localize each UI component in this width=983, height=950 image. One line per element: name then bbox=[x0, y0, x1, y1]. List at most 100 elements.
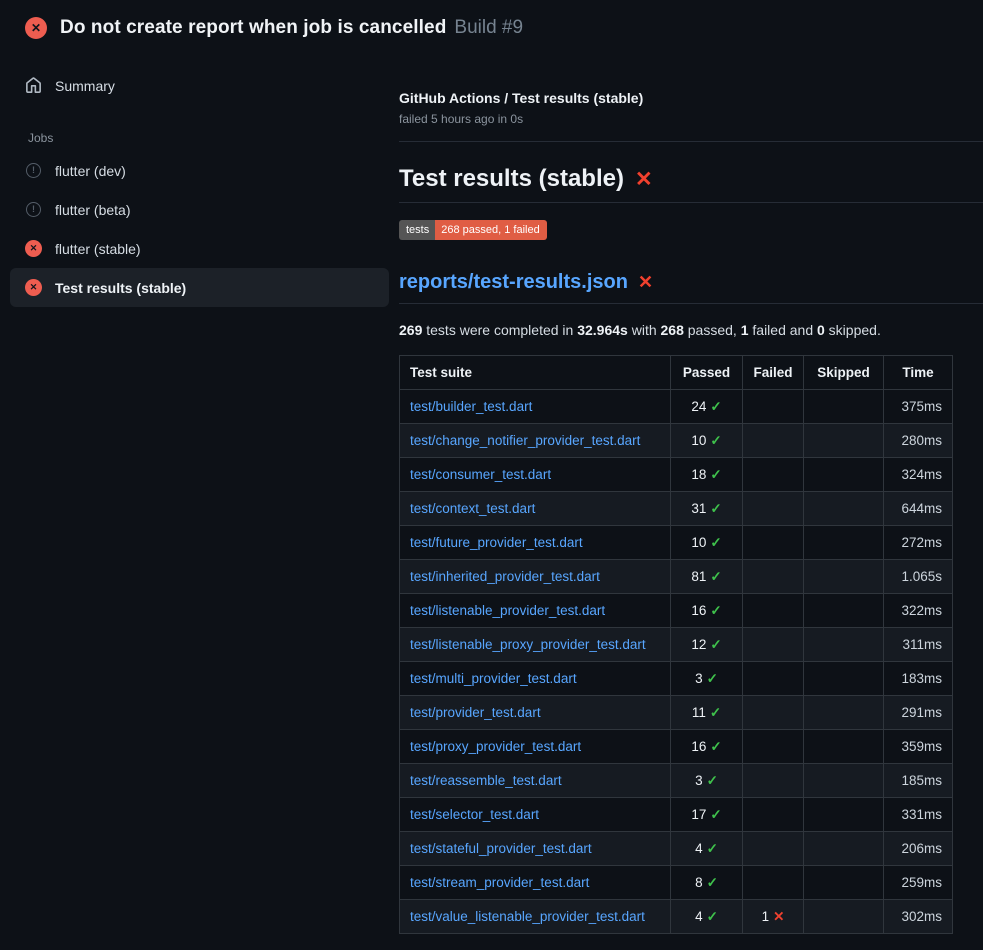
test-suite-cell: test/value_listenable_provider_test.dart bbox=[400, 900, 671, 934]
failed-cell-value: 1 bbox=[762, 909, 770, 924]
table-row: test/stream_provider_test.dart8✓259ms bbox=[400, 866, 953, 900]
failed-cell bbox=[743, 764, 804, 798]
test-suite-link[interactable]: test/builder_test.dart bbox=[410, 399, 532, 414]
summary-line: 269 tests were completed in 32.964s with… bbox=[399, 322, 983, 338]
table-row: test/future_provider_test.dart10✓272ms bbox=[400, 526, 953, 560]
test-suite-link[interactable]: test/listenable_provider_test.dart bbox=[410, 603, 605, 618]
test-suite-link[interactable]: test/reassemble_test.dart bbox=[410, 773, 562, 788]
test-suite-link[interactable]: test/value_listenable_provider_test.dart bbox=[410, 909, 645, 924]
time-cell: 302ms bbox=[884, 900, 953, 934]
test-suite-cell: test/builder_test.dart bbox=[400, 390, 671, 424]
sidebar-job-label: flutter (stable) bbox=[55, 241, 141, 257]
passed-cell: 11✓ bbox=[671, 696, 743, 730]
table-header-row: Test suite Passed Failed Skipped Time bbox=[400, 356, 953, 390]
table-row: test/multi_provider_test.dart3✓183ms bbox=[400, 662, 953, 696]
passed-cell-value: 10 bbox=[691, 433, 706, 448]
check-icon: ✓ bbox=[710, 603, 721, 618]
test-suite-cell: test/reassemble_test.dart bbox=[400, 764, 671, 798]
time-cell: 272ms bbox=[884, 526, 953, 560]
test-suite-link[interactable]: test/consumer_test.dart bbox=[410, 467, 551, 482]
test-suite-link[interactable]: test/context_test.dart bbox=[410, 501, 535, 516]
test-suite-link[interactable]: test/proxy_provider_test.dart bbox=[410, 739, 581, 754]
sidebar-item-summary[interactable]: Summary bbox=[10, 66, 389, 105]
passed-cell: 16 ✓ bbox=[671, 594, 743, 628]
passed-cell: 31✓ bbox=[671, 492, 743, 526]
sidebar-job-label: Test results (stable) bbox=[55, 280, 186, 296]
passed-cell: 81✓ bbox=[671, 560, 743, 594]
table-row: test/builder_test.dart24✓375ms bbox=[400, 390, 953, 424]
test-suite-link[interactable]: test/provider_test.dart bbox=[410, 705, 541, 720]
test-suite-link[interactable]: test/listenable_proxy_provider_test.dart bbox=[410, 637, 646, 652]
passed-cell-value: 11 bbox=[692, 705, 706, 720]
passed-cell: 4✓ bbox=[671, 900, 743, 934]
test-suite-link[interactable]: test/future_provider_test.dart bbox=[410, 535, 583, 550]
passed-cell-value: 8 bbox=[695, 875, 703, 890]
sidebar-job-item[interactable]: !flutter (beta) bbox=[10, 190, 389, 229]
skipped-cell bbox=[804, 594, 884, 628]
skipped-cell bbox=[804, 798, 884, 832]
skipped-cell bbox=[804, 696, 884, 730]
main-content: GitHub Actions / Test results (stable) f… bbox=[399, 52, 983, 934]
passed-cell-value: 10 bbox=[691, 535, 706, 550]
check-icon: ✓ bbox=[710, 569, 721, 584]
passed-cell: 3✓ bbox=[671, 764, 743, 798]
test-suite-link[interactable]: test/multi_provider_test.dart bbox=[410, 671, 577, 686]
test-suite-link[interactable]: test/change_notifier_provider_test.dart bbox=[410, 433, 640, 448]
skipped-cell bbox=[804, 662, 884, 696]
failed-cell bbox=[743, 560, 804, 594]
column-header-failed: Failed bbox=[743, 356, 804, 390]
time-cell: 375ms bbox=[884, 390, 953, 424]
skipped-cell bbox=[804, 458, 884, 492]
summary-total: 269 bbox=[399, 322, 422, 338]
home-icon bbox=[25, 77, 42, 94]
test-suite-cell: test/change_notifier_provider_test.dart bbox=[400, 424, 671, 458]
build-title: Do not create report when job is cancell… bbox=[60, 17, 446, 38]
table-row: test/change_notifier_provider_test.dart 1… bbox=[400, 424, 953, 458]
column-header-time: Time bbox=[884, 356, 953, 390]
time-cell: 185ms bbox=[884, 764, 953, 798]
summary-text: skipped. bbox=[825, 322, 881, 338]
check-icon: ✓ bbox=[710, 467, 721, 482]
check-icon: ✓ bbox=[710, 433, 721, 448]
passed-cell-value: 4 bbox=[695, 841, 703, 856]
skipped-cell bbox=[804, 764, 884, 798]
failed-cell bbox=[743, 696, 804, 730]
test-suite-cell: test/consumer_test.dart bbox=[400, 458, 671, 492]
summary-text: tests were completed in bbox=[422, 322, 577, 338]
passed-cell-value: 16 bbox=[691, 603, 706, 618]
test-suite-link[interactable]: test/stateful_provider_test.dart bbox=[410, 841, 592, 856]
failed-cell bbox=[743, 662, 804, 696]
passed-cell-value: 16 bbox=[691, 739, 706, 754]
check-icon: ✓ bbox=[707, 909, 718, 924]
badge-value: 268 passed, 1 failed bbox=[435, 220, 546, 240]
passed-cell: 10 ✓ bbox=[671, 424, 743, 458]
alert-circle-icon: ! bbox=[25, 162, 42, 179]
test-suite-cell: test/context_test.dart bbox=[400, 492, 671, 526]
summary-time: 32.964s bbox=[577, 322, 628, 338]
sidebar-job-item[interactable]: ✕flutter (stable) bbox=[10, 229, 389, 268]
time-cell: 322ms bbox=[884, 594, 953, 628]
test-suite-link[interactable]: test/stream_provider_test.dart bbox=[410, 875, 589, 890]
sidebar-summary-label: Summary bbox=[55, 78, 115, 94]
passed-cell: 4✓ bbox=[671, 832, 743, 866]
test-suite-link[interactable]: test/selector_test.dart bbox=[410, 807, 539, 822]
time-cell: 280ms bbox=[884, 424, 953, 458]
table-row: test/listenable_proxy_provider_test.dart… bbox=[400, 628, 953, 662]
summary-text: with bbox=[628, 322, 661, 338]
skipped-cell bbox=[804, 832, 884, 866]
report-title-link[interactable]: reports/test-results.json bbox=[399, 271, 628, 294]
skipped-cell bbox=[804, 900, 884, 934]
sidebar-job-item[interactable]: ✕Test results (stable) bbox=[10, 268, 389, 307]
passed-cell-value: 4 bbox=[695, 909, 703, 924]
test-suite-link[interactable]: test/inherited_provider_test.dart bbox=[410, 569, 600, 584]
check-icon: ✓ bbox=[707, 773, 718, 788]
time-cell: 1.065s bbox=[884, 560, 953, 594]
skipped-cell bbox=[804, 560, 884, 594]
table-row: test/stateful_provider_test.dart4✓206ms bbox=[400, 832, 953, 866]
failed-cell bbox=[743, 492, 804, 526]
sidebar-job-item[interactable]: !flutter (dev) bbox=[10, 151, 389, 190]
jobs-list: !flutter (dev)!flutter (beta)✕flutter (s… bbox=[0, 151, 399, 307]
failed-cell bbox=[743, 798, 804, 832]
time-cell: 324ms bbox=[884, 458, 953, 492]
passed-cell: 3✓ bbox=[671, 662, 743, 696]
